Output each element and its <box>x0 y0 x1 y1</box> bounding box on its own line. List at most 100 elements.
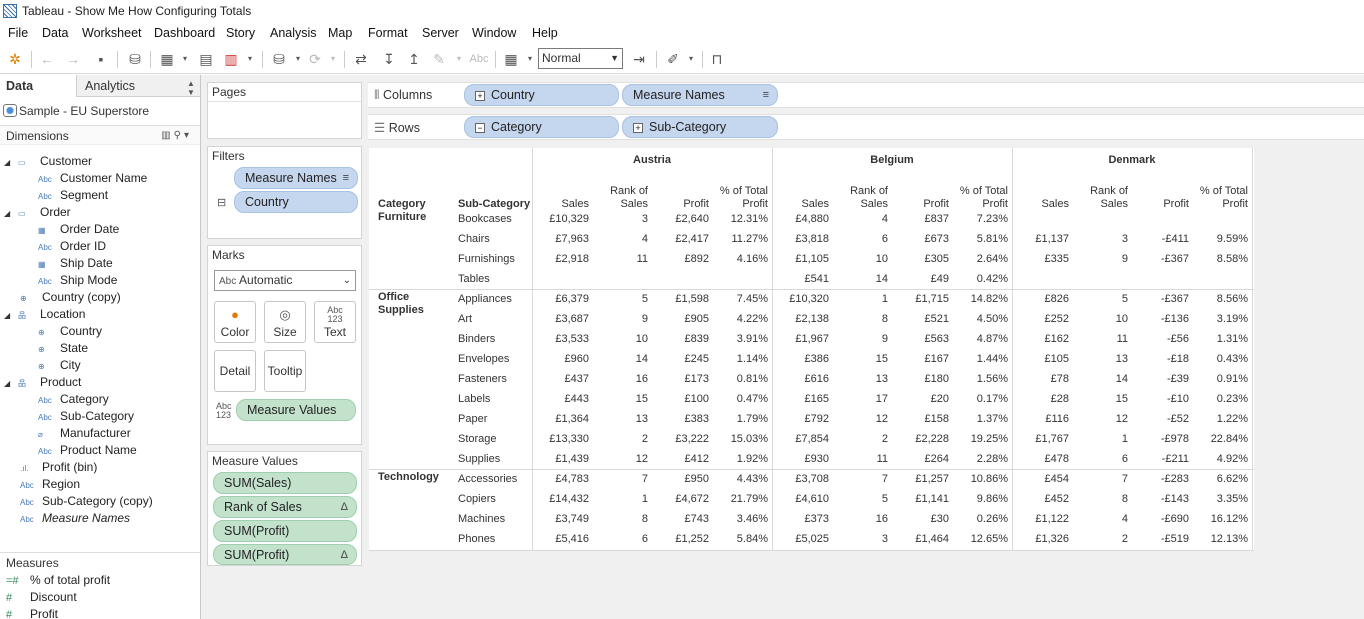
show-labels-icon[interactable]: Abc <box>468 50 490 68</box>
dimension-field[interactable]: ◢ 品 Location <box>4 306 85 323</box>
dimension-field[interactable]: ◢ ▭ Order <box>4 204 71 221</box>
dimension-field[interactable]: ⊕ Country <box>38 323 102 340</box>
menu-window[interactable]: Window <box>472 22 516 44</box>
pages-card[interactable]: Pages <box>207 82 362 139</box>
marks-pill-measure-values[interactable]: Measure Values <box>236 399 356 421</box>
expand-icon[interactable]: + <box>633 123 643 133</box>
expand-triangle-icon[interactable]: ◢ <box>4 205 18 222</box>
marks-card[interactable]: Marks Abc Automatic ⌄ ● Color ◎ Size Abc… <box>207 245 362 445</box>
color-button[interactable]: ● Color <box>214 301 256 343</box>
columns-pill-measure-names[interactable]: Measure Names ≡ <box>622 84 778 106</box>
menu-format[interactable]: Format <box>368 22 408 44</box>
expand-icon[interactable]: + <box>475 91 485 101</box>
expand-triangle-icon[interactable]: ◢ <box>4 154 18 171</box>
crosstab-view[interactable]: Category Sub-Category Austria Sales Rank of … <box>369 148 1254 551</box>
sort-ascending-icon[interactable]: ↧ <box>380 50 398 68</box>
mark-type-select[interactable]: Abc Automatic ⌄ <box>214 270 356 291</box>
dimension-field[interactable]: Abc Product Name <box>38 442 137 459</box>
measure-pill-sum-profit[interactable]: SUM(Profit) <box>213 520 357 542</box>
rows-pill-sub-category[interactable]: + Sub-Category <box>622 116 778 138</box>
category-divider <box>369 469 1254 470</box>
dimension-field[interactable]: ⊕ Country (copy) <box>20 289 121 306</box>
dimension-field[interactable]: ⌀ Manufacturer <box>38 425 131 442</box>
size-button[interactable]: ◎ Size <box>264 301 306 343</box>
pause-updates-icon[interactable]: ⛁ <box>270 50 288 68</box>
rows-shelf[interactable]: ☰ Rows − Category + Sub-Category <box>368 114 1364 140</box>
dimension-field[interactable]: .ıl. Profit (bin) <box>20 459 97 476</box>
redo-icon[interactable]: → <box>64 50 82 68</box>
menu-dashboard[interactable]: Dashboard <box>154 22 215 44</box>
measure-field[interactable]: # Profit <box>6 606 58 619</box>
dimension-field[interactable]: ▦ Ship Date <box>38 255 113 272</box>
chevron-down-icon[interactable]: ▾ <box>450 50 468 68</box>
menu-map[interactable]: Map <box>328 22 352 44</box>
collapse-icon[interactable]: − <box>475 123 485 133</box>
menu-file[interactable]: File <box>8 22 28 44</box>
chevron-down-icon[interactable]: ▾ <box>176 50 194 68</box>
dimension-field[interactable]: ▦ Order Date <box>38 221 119 238</box>
dimension-field[interactable]: ◢ 品 Product <box>4 374 81 391</box>
search-icon[interactable]: ▥⚲▾ <box>161 126 192 146</box>
detail-button[interactable]: Detail <box>214 350 256 392</box>
dimension-field[interactable]: Abc Customer Name <box>38 170 147 187</box>
dimension-field[interactable]: ⊕ City <box>38 357 81 374</box>
presentation-mode-icon[interactable]: ⊓ <box>708 50 726 68</box>
dimension-field[interactable]: Abc Measure Names <box>20 510 130 527</box>
annotation-pen-icon[interactable]: ✐ <box>664 50 682 68</box>
sort-descending-icon[interactable]: ↥ <box>405 50 423 68</box>
highlight-icon[interactable]: ✎ <box>430 50 448 68</box>
tab-analytics[interactable]: Analytics <box>85 75 135 97</box>
menu-server[interactable]: Server <box>422 22 459 44</box>
new-datasource-icon[interactable]: ⛁ <box>126 50 144 68</box>
filter-pill-measure-names[interactable]: Measure Names ≡ <box>234 167 358 189</box>
datasource-item[interactable]: Sample - EU Superstore <box>3 102 149 120</box>
rows-pill-category[interactable]: − Category <box>464 116 619 138</box>
dimension-field[interactable]: Abc Sub-Category (copy) <box>20 493 153 510</box>
clear-sheet-icon[interactable]: ▥ <box>222 50 240 68</box>
menu-analysis[interactable]: Analysis <box>270 22 317 44</box>
duplicate-sheet-icon[interactable]: ▤ <box>197 50 215 68</box>
measure-pill-rank-of-sales[interactable]: Rank of Sales Δ <box>213 496 357 518</box>
menu-data[interactable]: Data <box>42 22 68 44</box>
pane-menu-icon[interactable]: ▲ ▼ <box>187 79 195 97</box>
new-worksheet-icon[interactable]: ▦ <box>158 50 176 68</box>
dimension-field[interactable]: Abc Category <box>38 391 109 408</box>
pin-axis-icon[interactable]: ⇥ <box>630 50 648 68</box>
dimension-field[interactable]: Abc Sub-Category <box>38 408 134 425</box>
measure-field[interactable]: =# % of total profit <box>6 572 110 589</box>
filters-card[interactable]: Filters Measure Names ≡ ⊟ Country <box>207 146 362 239</box>
chevron-down-icon[interactable]: ▾ <box>521 50 539 68</box>
expand-triangle-icon[interactable]: ◢ <box>4 375 18 392</box>
save-icon[interactable]: ▪ <box>92 50 110 68</box>
chevron-down-icon[interactable]: ▾ <box>241 50 259 68</box>
chevron-down-icon[interactable]: ▾ <box>289 50 307 68</box>
columns-pill-country[interactable]: + Country <box>464 84 619 106</box>
menu-worksheet[interactable]: Worksheet <box>82 22 142 44</box>
swap-rows-columns-icon[interactable]: ⇄ <box>352 50 370 68</box>
measure-field[interactable]: # Discount <box>6 589 77 606</box>
menu-story[interactable]: Story <box>226 22 255 44</box>
dimension-field[interactable]: Abc Order ID <box>38 238 106 255</box>
tooltip-button[interactable]: Tooltip <box>264 350 306 392</box>
dimension-field[interactable]: ◢ ▭ Customer <box>4 153 92 170</box>
measure-pill-sum-profit-calc[interactable]: SUM(Profit) Δ <box>213 544 357 565</box>
refresh-icon[interactable]: ⟳ <box>306 50 324 68</box>
filter-pill-country[interactable]: Country <box>234 191 358 213</box>
measure-pill-sum-sales[interactable]: SUM(Sales) <box>213 472 357 494</box>
text-button[interactable]: Abc 123 Text <box>314 301 356 343</box>
dimension-field[interactable]: ⊕ State <box>38 340 88 357</box>
measure-values-card[interactable]: Measure Values SUM(Sales) Rank of Sales … <box>207 451 362 566</box>
show-me-icon[interactable]: ▦ <box>502 50 520 68</box>
chevron-down-icon[interactable]: ▾ <box>324 50 342 68</box>
tab-data[interactable]: Data <box>0 75 77 97</box>
dimension-field[interactable]: Abc Region <box>20 476 80 493</box>
tableau-home-icon[interactable]: ✲ <box>6 50 24 68</box>
columns-shelf[interactable]: ⦀ Columns + Country Measure Names ≡ <box>368 82 1364 108</box>
dimension-field[interactable]: Abc Segment <box>38 187 108 204</box>
menu-help[interactable]: Help <box>532 22 558 44</box>
chevron-down-icon[interactable]: ▾ <box>682 50 700 68</box>
expand-triangle-icon[interactable]: ◢ <box>4 307 18 324</box>
undo-icon[interactable]: ← <box>38 50 56 68</box>
fit-select[interactable]: Normal ▼ <box>538 48 623 69</box>
dimension-field[interactable]: Abc Ship Mode <box>38 272 117 289</box>
